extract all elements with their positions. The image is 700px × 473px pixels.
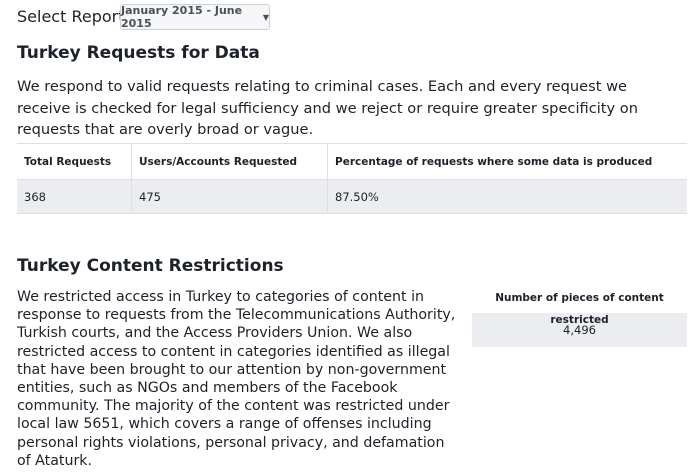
column-header-total-requests: Total Requests — [17, 143, 132, 180]
content-restricted-label: Number of pieces of content restricted — [495, 292, 664, 326]
requests-table: Total Requests Users/Accounts Requested … — [17, 143, 687, 214]
cell-total-requests: 368 — [17, 179, 132, 214]
requests-section-description: We respond to valid requests relating to… — [17, 78, 638, 138]
restrictions-section-description: We restricted access in Turkey to catego… — [17, 289, 456, 469]
column-header-percentage: Percentage of requests where some data i… — [327, 143, 687, 180]
report-period-dropdown[interactable]: January 2015 - June 2015 ▼ — [120, 4, 270, 30]
restrictions-section-title: Turkey Content Restrictions — [17, 256, 284, 276]
requests-section-title: Turkey Requests for Data — [17, 43, 260, 63]
select-report-label: Select Report — [17, 6, 125, 26]
cell-percentage: 87.50% — [327, 179, 687, 214]
content-restricted-value: 4,496 — [472, 313, 687, 347]
report-period-value: January 2015 - June 2015 — [121, 4, 243, 30]
column-header-users-accounts: Users/Accounts Requested — [131, 143, 328, 180]
table-header-row: Total Requests Users/Accounts Requested … — [17, 143, 687, 180]
table-row: 368 475 87.50% — [17, 179, 687, 214]
content-restricted-stat: Number of pieces of content restricted 4… — [472, 287, 687, 347]
chevron-down-icon: ▼ — [262, 12, 269, 22]
cell-users-accounts: 475 — [131, 179, 328, 214]
